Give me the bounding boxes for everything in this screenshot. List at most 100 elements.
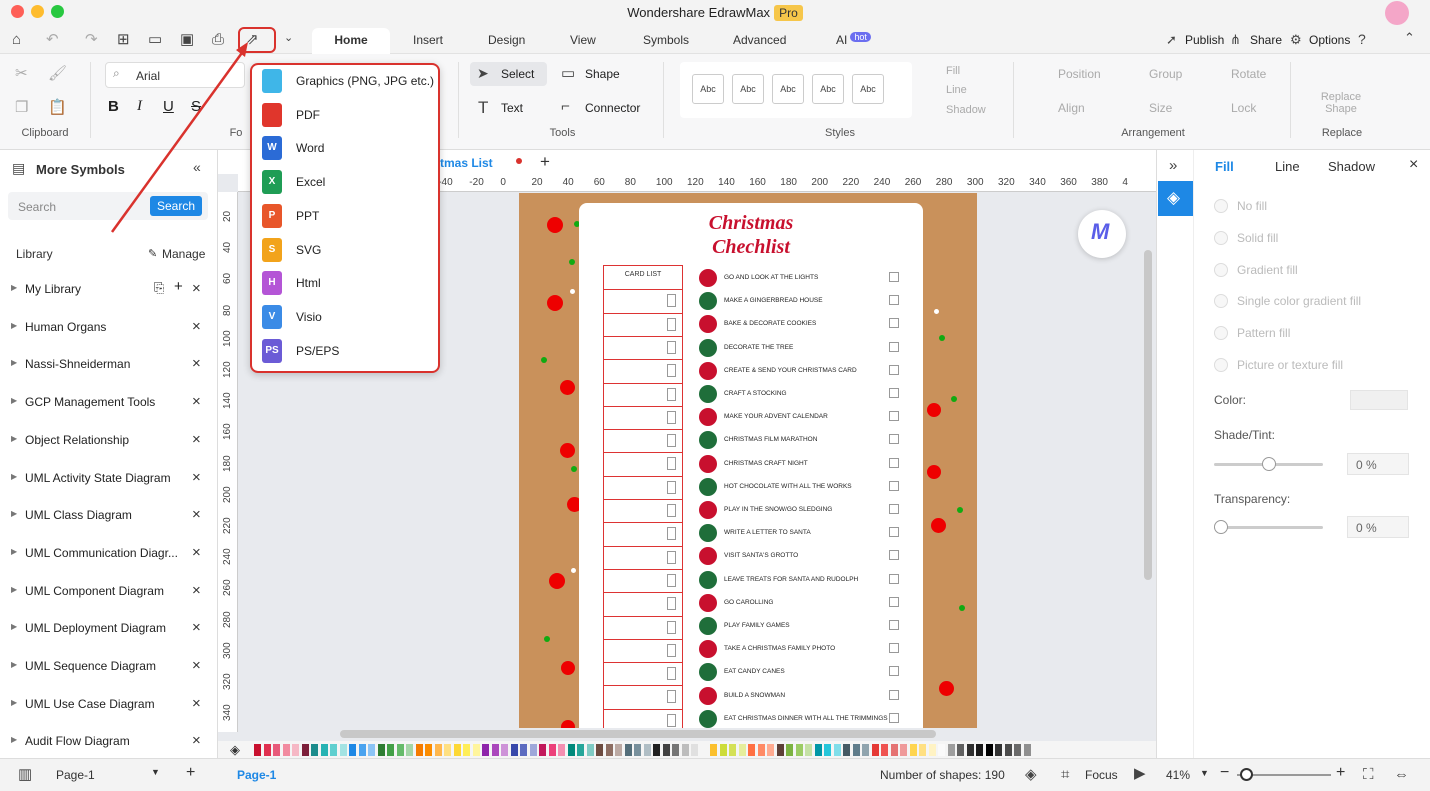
- color-swatch[interactable]: [520, 744, 527, 756]
- checklist-checkbox[interactable]: [889, 480, 899, 491]
- expand-arrow-icon[interactable]: ▶: [11, 585, 17, 594]
- page-layout-icon[interactable]: ▥: [18, 767, 32, 782]
- zoom-level[interactable]: 41%: [1166, 768, 1190, 782]
- card-list-checkbox[interactable]: [667, 410, 676, 424]
- expand-arrow-icon[interactable]: ▶: [11, 321, 17, 330]
- expand-arrow-icon[interactable]: ▶: [11, 509, 17, 518]
- checklist-checkbox[interactable]: [889, 573, 899, 584]
- color-swatch[interactable]: [358, 744, 366, 756]
- ai-assistant-button[interactable]: M: [1078, 210, 1126, 258]
- fullscreen-icon[interactable]: ⇔: [1394, 767, 1409, 782]
- color-swatch[interactable]: [501, 744, 508, 756]
- color-swatch[interactable]: [624, 744, 632, 756]
- checklist-item[interactable]: CRAFT A STOCKING: [699, 385, 909, 405]
- color-swatch[interactable]: [453, 744, 461, 756]
- checklist-checkbox[interactable]: [889, 620, 899, 630]
- manage-button[interactable]: Manage: [162, 247, 205, 261]
- zoom-in-icon[interactable]: +: [1336, 764, 1345, 782]
- export-option[interactable]: W Word: [252, 132, 438, 165]
- transparency-slider-handle[interactable]: [1214, 520, 1228, 534]
- checklist-item[interactable]: GO AND LOOK AT THE LIGHTS: [699, 269, 909, 289]
- add-icon[interactable]: +: [174, 278, 183, 295]
- color-swatch[interactable]: [615, 744, 622, 756]
- checklist-checkbox[interactable]: [889, 689, 899, 700]
- select-tool-button[interactable]: ➤ Select: [470, 62, 547, 86]
- color-swatch[interactable]: [482, 744, 489, 756]
- fit-page-icon[interactable]: ⛶: [1363, 767, 1374, 782]
- export-option[interactable]: H Html: [252, 267, 438, 300]
- color-swatch[interactable]: [463, 744, 470, 756]
- checklist-item[interactable]: VISIT SANTA'S GROTTO: [699, 547, 909, 567]
- focus-button[interactable]: Focus: [1085, 768, 1118, 782]
- expand-arrow-icon[interactable]: ▶: [11, 396, 17, 405]
- library-item[interactable]: ▶ UML Sequence Diagram ×: [0, 652, 214, 680]
- checklist-item[interactable]: BUILD A SNOWMAN: [699, 686, 909, 707]
- redo-icon[interactable]: ↷: [85, 32, 98, 47]
- color-swatch[interactable]: [539, 744, 546, 756]
- options-button[interactable]: Options: [1309, 33, 1350, 47]
- color-swatch[interactable]: [776, 744, 784, 756]
- fill-option-label[interactable]: Single color gradient fill: [1237, 294, 1361, 308]
- more-chevron-icon[interactable]: ⌄: [284, 33, 293, 44]
- checklist-checkbox[interactable]: [889, 527, 899, 538]
- checklist-item[interactable]: PLAY FAMILY GAMES: [699, 617, 909, 637]
- card-list-checkbox[interactable]: [667, 504, 676, 517]
- card-list-checkbox[interactable]: [667, 317, 676, 331]
- tab-advanced[interactable]: Advanced: [733, 33, 786, 47]
- color-swatch[interactable]: [596, 744, 603, 756]
- color-swatch[interactable]: [643, 744, 651, 756]
- add-page-icon[interactable]: +: [186, 764, 195, 782]
- zoom-slider-handle[interactable]: [1240, 768, 1253, 781]
- position-button[interactable]: Position: [1058, 67, 1101, 81]
- checklist-item[interactable]: DECORATE THE TREE: [699, 338, 909, 359]
- color-swatch[interactable]: [254, 744, 261, 756]
- tab-insert[interactable]: Insert: [413, 33, 443, 47]
- remove-library-icon[interactable]: ×: [192, 355, 201, 372]
- rectangle-icon[interactable]: ▭: [561, 66, 575, 81]
- checklist-checkbox[interactable]: [889, 504, 899, 514]
- size-button[interactable]: Size: [1149, 101, 1172, 115]
- style-preset-5[interactable]: Abc: [852, 74, 884, 104]
- style-preset-2[interactable]: Abc: [732, 74, 764, 104]
- fill-option-radio[interactable]: [1214, 358, 1228, 372]
- color-swatch[interactable]: [415, 744, 423, 756]
- remove-library-icon[interactable]: ×: [192, 393, 201, 410]
- checklist-item[interactable]: CHRISTMAS CRAFT NIGHT: [699, 454, 909, 475]
- color-swatch[interactable]: [1004, 744, 1012, 756]
- style-preset-4[interactable]: Abc: [812, 74, 844, 104]
- color-swatch[interactable]: [710, 744, 717, 756]
- fill-option-label[interactable]: Solid fill: [1237, 231, 1278, 245]
- line-button[interactable]: Line: [946, 84, 967, 96]
- chevron-down-icon[interactable]: ▼: [151, 767, 160, 777]
- color-swatch[interactable]: [786, 744, 793, 756]
- library-item[interactable]: ▶ UML Activity State Diagram ×: [0, 464, 214, 492]
- remove-library-icon[interactable]: ×: [192, 657, 201, 674]
- shade-value-input[interactable]: 0 %: [1347, 453, 1409, 475]
- library-item[interactable]: ▶ Human Organs ×: [0, 313, 214, 341]
- close-icon[interactable]: ×: [1409, 156, 1418, 174]
- color-swatch[interactable]: [729, 744, 736, 756]
- expand-arrow-icon[interactable]: ▶: [11, 547, 17, 556]
- tab-line[interactable]: Line: [1275, 159, 1300, 174]
- color-swatch[interactable]: [368, 744, 375, 756]
- color-swatch[interactable]: [871, 744, 879, 756]
- add-document-icon[interactable]: +: [540, 152, 550, 172]
- checklist-checkbox[interactable]: [889, 295, 899, 306]
- checklist-checkbox[interactable]: [889, 457, 899, 468]
- fill-option-label[interactable]: Picture or texture fill: [1237, 358, 1343, 372]
- library-label[interactable]: Library: [16, 247, 53, 261]
- library-item[interactable]: ▶ UML Component Diagram ×: [0, 577, 214, 605]
- color-swatch[interactable]: [938, 744, 945, 756]
- import-icon[interactable]: ⎘: [154, 280, 164, 296]
- checklist-checkbox[interactable]: [889, 341, 899, 352]
- export-option[interactable]: V Visio: [252, 301, 438, 334]
- card-list-checkbox[interactable]: [667, 294, 676, 308]
- rotate-button[interactable]: Rotate: [1231, 67, 1266, 81]
- copy-icon[interactable]: ❐: [15, 100, 28, 115]
- card-list-checkbox[interactable]: [667, 667, 676, 681]
- focus-icon[interactable]: ⌗: [1061, 767, 1069, 782]
- color-swatch[interactable]: [605, 744, 613, 756]
- fill-option-label[interactable]: Gradient fill: [1237, 263, 1298, 277]
- checklist-checkbox[interactable]: [889, 411, 899, 422]
- page-selector[interactable]: Page-1: [56, 768, 95, 782]
